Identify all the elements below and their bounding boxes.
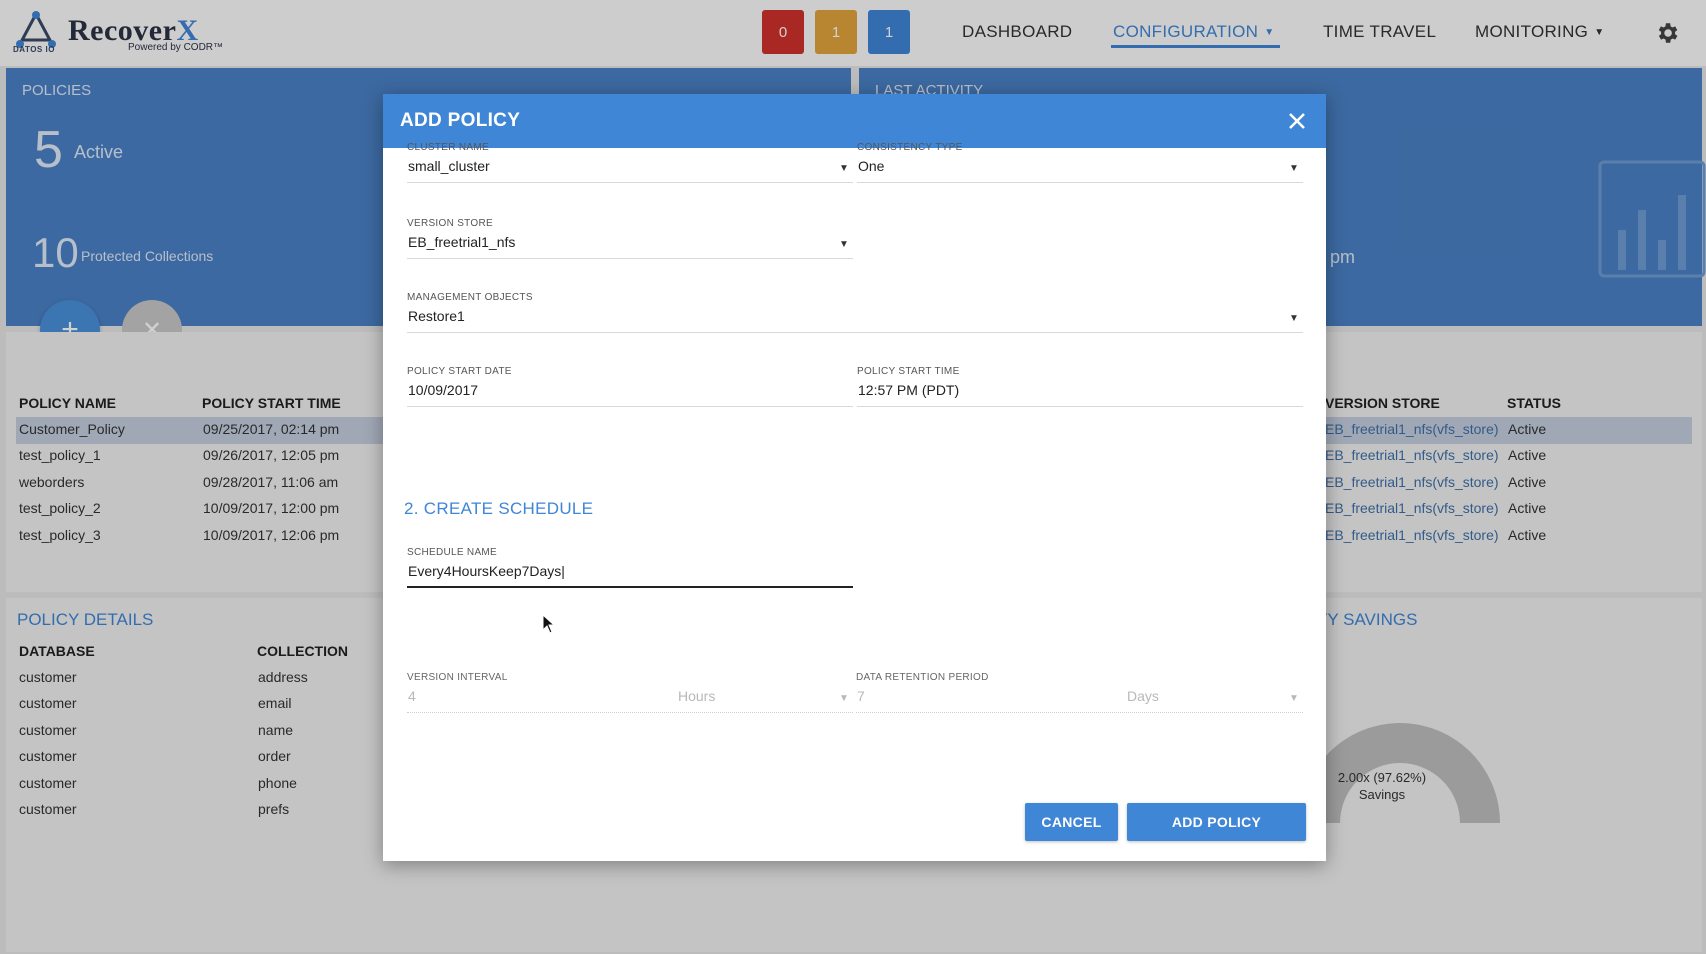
version-store-select[interactable]: VERSION STORE EB_freetrial1_nfs ▼ (407, 218, 853, 260)
version-interval-unit: Hours (678, 688, 716, 704)
cancel-button[interactable]: CANCEL (1025, 803, 1118, 841)
version-interval-label: VERSION INTERVAL (407, 672, 508, 683)
field-underline (857, 406, 1303, 407)
schedule-name-input[interactable]: SCHEDULE NAME Every4HoursKeep7Days| (407, 547, 853, 589)
dropdown-arrow-icon: ▼ (839, 693, 849, 704)
dropdown-arrow-icon: ▼ (1289, 693, 1299, 704)
schedule-name-label: SCHEDULE NAME (407, 547, 498, 558)
policy-start-time-label: POLICY START TIME (857, 366, 960, 377)
policy-start-date-value: 10/09/2017 (408, 382, 479, 398)
field-underline (407, 406, 853, 407)
data-retention-period-field[interactable]: DATA RETENTION PERIOD 7 Days ▼ (856, 672, 1303, 714)
policy-start-time-field[interactable]: POLICY START TIME 12:57 PM (PDT) (857, 366, 1303, 408)
dropdown-arrow-icon: ▼ (839, 163, 849, 174)
policy-start-date-field[interactable]: POLICY START DATE 10/09/2017 (407, 366, 853, 408)
version-interval-field[interactable]: VERSION INTERVAL 4 Hours ▼ (407, 672, 853, 714)
consistency-type-select[interactable]: CONSISTENCY TYPE One ▼ (857, 142, 1303, 184)
close-icon[interactable] (1284, 108, 1310, 134)
management-objects-value: Restore1 (408, 308, 465, 324)
create-schedule-heading: 2. CREATE SCHEDULE (404, 499, 594, 518)
version-interval-value: 4 (408, 688, 416, 704)
dialog-title: ADD POLICY (400, 110, 521, 131)
policy-start-time-value: 12:57 PM (PDT) (858, 382, 960, 398)
policy-start-date-label: POLICY START DATE (407, 366, 512, 377)
consistency-type-value: One (858, 158, 885, 174)
dropdown-arrow-icon: ▼ (1289, 163, 1299, 174)
cluster-name-value: small_cluster (408, 158, 490, 174)
field-underline (407, 712, 853, 713)
field-underline (407, 586, 853, 588)
data-retention-period-unit: Days (1127, 688, 1159, 704)
mouse-cursor-icon (542, 614, 556, 634)
field-underline (856, 712, 1303, 713)
consistency-type-label: CONSISTENCY TYPE (857, 142, 963, 153)
add-policy-dialog: ADD POLICY CLUSTER NAME small_cluster ▼ … (383, 94, 1326, 861)
management-objects-select[interactable]: MANAGEMENT OBJECTS Restore1 ▼ (407, 292, 1303, 334)
data-retention-period-label: DATA RETENTION PERIOD (856, 672, 989, 683)
dropdown-arrow-icon: ▼ (839, 239, 849, 250)
field-underline (407, 258, 853, 259)
management-objects-label: MANAGEMENT OBJECTS (407, 292, 533, 303)
version-store-label: VERSION STORE (407, 218, 493, 229)
data-retention-period-value: 7 (857, 688, 865, 704)
field-underline (407, 182, 853, 183)
cluster-name-label: CLUSTER NAME (407, 142, 489, 153)
field-underline (407, 332, 1303, 333)
dropdown-arrow-icon: ▼ (1289, 313, 1299, 324)
version-store-value: EB_freetrial1_nfs (408, 234, 516, 250)
add-policy-button[interactable]: ADD POLICY (1127, 803, 1306, 841)
field-underline (857, 182, 1303, 183)
cluster-name-select[interactable]: CLUSTER NAME small_cluster ▼ (407, 142, 853, 184)
schedule-name-value: Every4HoursKeep7Days| (408, 563, 565, 579)
dialog-header: ADD POLICY (383, 94, 1326, 148)
